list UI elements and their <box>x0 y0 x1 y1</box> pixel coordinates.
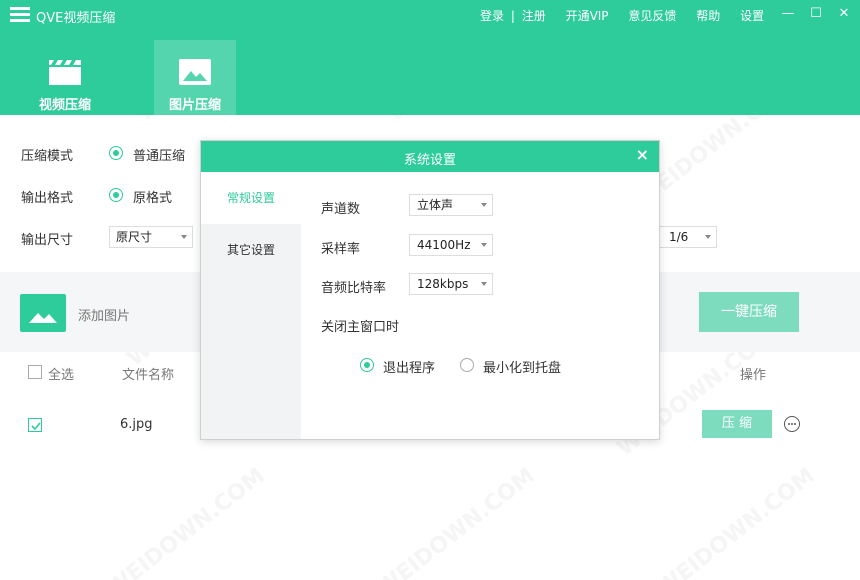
filename-column-header: 文件名称 <box>122 368 175 383</box>
bitrate-select[interactable]: 128kbps <box>409 273 493 295</box>
sample-rate-select[interactable]: 44100Hz <box>409 234 493 256</box>
dialog-sidebar: 常规设置 其它设置 <box>201 172 301 439</box>
exit-program-radio[interactable] <box>360 358 374 372</box>
select-all-checkbox[interactable] <box>28 365 42 379</box>
ratio-select[interactable]: 1/6 <box>650 226 717 248</box>
row-checkbox[interactable] <box>28 418 42 432</box>
compress-all-button[interactable]: 一键压缩 <box>699 292 799 332</box>
app-logo-icon <box>10 7 30 22</box>
chevron-down-icon <box>181 235 187 239</box>
output-size-label: 输出尺寸 <box>21 233 74 248</box>
watermark: WEIDOWN.COM <box>372 463 540 580</box>
maximize-button[interactable]: ☐ <box>805 4 827 24</box>
image-icon <box>179 59 211 85</box>
compress-mode-label: 压缩模式 <box>21 149 74 164</box>
minimize-button[interactable]: — <box>777 4 799 24</box>
mode-normal-label: 普通压缩 <box>133 149 186 164</box>
exit-program-label: 退出程序 <box>383 361 436 376</box>
select-all-label: 全选 <box>48 368 75 383</box>
format-original-radio[interactable] <box>109 188 123 202</box>
sidebar-item-general[interactable]: 常规设置 <box>201 172 301 224</box>
close-window-label: 关闭主窗口时 <box>321 320 400 335</box>
row-compress-button[interactable]: 压 缩 <box>702 410 772 438</box>
link-separator: | <box>510 9 515 23</box>
check-icon <box>31 422 41 431</box>
system-settings-dialog: 系统设置 × 常规设置 其它设置 声道数 立体声 采样率 44100Hz 音频比… <box>200 140 660 440</box>
channels-label: 声道数 <box>321 202 361 217</box>
chevron-down-icon <box>705 235 711 239</box>
clapperboard-icon <box>49 60 81 85</box>
bitrate-value: 128kbps <box>417 277 469 291</box>
vip-link[interactable]: 开通VIP <box>566 7 609 24</box>
output-format-label: 输出格式 <box>21 191 74 206</box>
tab-image-compress[interactable]: 图片压缩 <box>154 40 236 115</box>
watermark: WEIDOWN.COM <box>102 463 270 580</box>
sidebar-item-other[interactable]: 其它设置 <box>201 224 301 276</box>
app-header: QVE视频压缩 登录 | 注册 开通VIP 意见反馈 帮助 设置 — ☐ ✕ 视… <box>0 0 860 115</box>
tab-label: 图片压缩 <box>168 98 221 113</box>
mode-normal-radio[interactable] <box>109 146 123 160</box>
register-link[interactable]: 注册 <box>522 7 546 24</box>
chevron-down-icon <box>481 243 487 247</box>
dialog-header: 系统设置 × <box>201 141 659 172</box>
tab-label: 视频压缩 <box>38 98 91 113</box>
chevron-down-icon <box>481 203 487 207</box>
tab-video-compress[interactable]: 视频压缩 <box>24 40 106 115</box>
minimize-to-tray-label: 最小化到托盘 <box>483 361 562 376</box>
app-title: QVE视频压缩 <box>36 11 116 26</box>
minimize-to-tray-radio[interactable] <box>460 358 474 372</box>
more-options-icon[interactable] <box>784 416 800 432</box>
sample-rate-value: 44100Hz <box>417 238 471 252</box>
login-link[interactable]: 登录 <box>480 7 504 24</box>
sample-rate-label: 采样率 <box>321 242 361 257</box>
action-column-header: 操作 <box>740 368 767 383</box>
ratio-value: 1/6 <box>669 230 689 244</box>
channels-value: 立体声 <box>417 198 454 212</box>
feedback-link[interactable]: 意见反馈 <box>628 7 676 24</box>
settings-link[interactable]: 设置 <box>740 7 764 24</box>
output-size-select[interactable]: 原尺寸 <box>109 226 193 248</box>
add-image-icon[interactable] <box>20 294 66 332</box>
top-links: 登录 | 注册 开通VIP 意见反馈 帮助 设置 <box>480 7 764 24</box>
close-button[interactable]: ✕ <box>833 4 855 24</box>
title-bar: QVE视频压缩 登录 | 注册 开通VIP 意见反馈 帮助 设置 — ☐ ✕ <box>0 0 860 30</box>
watermark: WEIDOWN.COM <box>652 463 820 580</box>
help-link[interactable]: 帮助 <box>696 7 720 24</box>
add-image-label[interactable]: 添加图片 <box>78 305 130 324</box>
dialog-close-icon[interactable]: × <box>636 145 649 164</box>
dialog-title: 系统设置 <box>403 153 456 168</box>
bitrate-label: 音频比特率 <box>321 281 387 296</box>
format-original-label: 原格式 <box>133 191 173 206</box>
row-filename: 6.jpg <box>120 417 153 432</box>
chevron-down-icon <box>481 282 487 286</box>
output-size-value: 原尺寸 <box>116 230 153 244</box>
channels-select[interactable]: 立体声 <box>409 194 493 216</box>
